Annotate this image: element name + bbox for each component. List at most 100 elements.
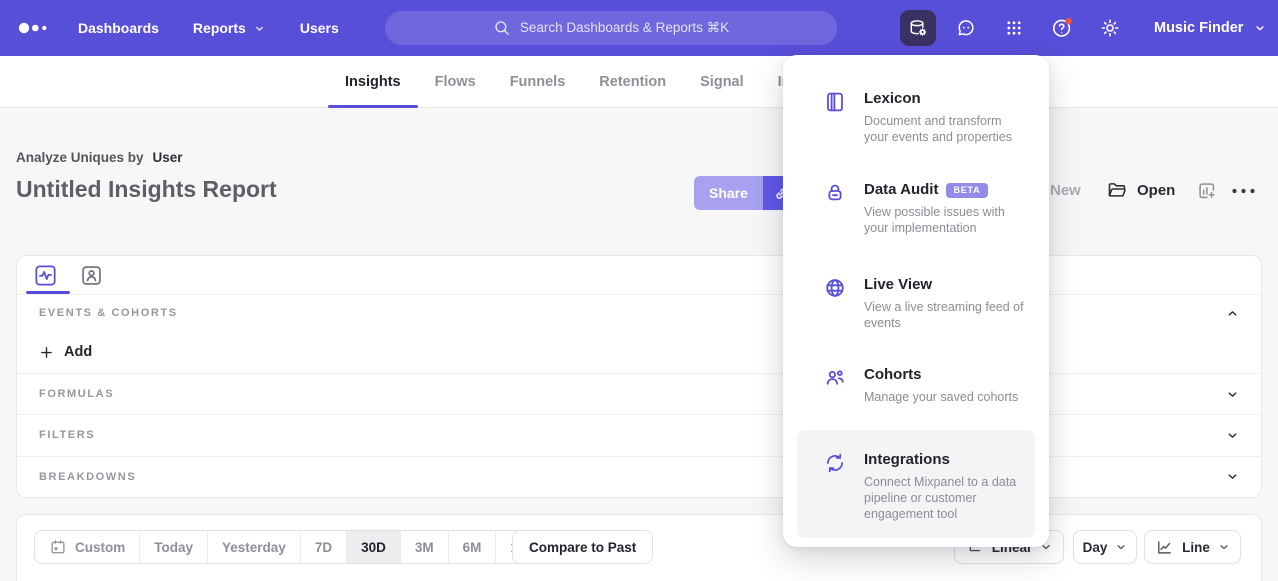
analyze-value[interactable]: User [153, 150, 183, 165]
project-name: Music Finder [1154, 20, 1243, 36]
tab-flows[interactable]: Flows [418, 56, 493, 107]
chevron-down-icon[interactable] [1226, 429, 1239, 442]
range-yesterday[interactable]: Yesterday [207, 531, 300, 563]
menu-item-title: Integrations [864, 450, 950, 470]
top-navigation-bar: Dashboards Reports Users Search Dashboar… [0, 0, 1278, 56]
feedback-icon[interactable] [948, 10, 984, 46]
chart-controls-card: Custom Today Yesterday 7D 30D 3M 6M 12M … [16, 514, 1262, 581]
menu-item-text: Integrations Connect Mixpanel to a data … [864, 450, 1025, 522]
add-to-dashboard-icon[interactable] [1196, 180, 1218, 202]
book-icon [823, 90, 847, 114]
primary-nav: Dashboards Reports Users [78, 0, 339, 56]
menu-item-title: Live View [864, 275, 932, 295]
share-button[interactable]: Share [694, 176, 763, 210]
apps-grid-icon[interactable] [996, 10, 1032, 46]
nav-reports-label: Reports [193, 20, 246, 36]
nav-dashboards[interactable]: Dashboards [78, 20, 159, 36]
menu-item-integrations[interactable]: Integrations Connect Mixpanel to a data … [797, 430, 1035, 538]
tab-funnels[interactable]: Funnels [493, 56, 583, 107]
chevron-up-icon[interactable] [1226, 307, 1239, 320]
menu-item-title: Data Audit [864, 180, 938, 200]
events-add-row: Add [17, 331, 1261, 373]
topbar-icon-group: Music Finder [900, 10, 1267, 46]
section-label: BREAKDOWNS [39, 471, 136, 483]
menu-item-description: View possible issues with your implement… [864, 204, 1025, 236]
nav-reports[interactable]: Reports [193, 20, 266, 36]
query-builder-card: EVENTS & COHORTS Add FORMULAS FILTERS BR… [16, 255, 1262, 498]
new-report-button[interactable]: New [1050, 182, 1081, 199]
range-7d[interactable]: 7D [300, 531, 346, 563]
menu-item-text: Live View View a live streaming feed of … [864, 275, 1025, 331]
line-chart-icon [1155, 538, 1174, 557]
settings-icon[interactable] [1092, 10, 1128, 46]
menu-item-title: Cohorts [864, 365, 922, 385]
interval-dropdown[interactable]: Day [1073, 530, 1137, 564]
app-screen: Dashboards Reports Users Search Dashboar… [0, 0, 1278, 581]
analyze-summary: Analyze Uniques by User [16, 150, 183, 165]
section-formulas[interactable]: FORMULAS [17, 373, 1261, 414]
chevron-down-icon [1115, 541, 1127, 553]
section-label: EVENTS & COHORTS [39, 307, 178, 319]
data-management-icon[interactable] [900, 10, 936, 46]
chart-type-dropdown[interactable]: Line [1144, 530, 1241, 564]
globe-icon [823, 276, 847, 300]
lock-icon [823, 181, 847, 205]
menu-item-data-audit[interactable]: Data Audit BETA View possible issues wit… [797, 172, 1035, 244]
data-management-menu: Lexicon Document and transform your even… [783, 55, 1049, 547]
plus-icon [39, 345, 54, 360]
search-input[interactable]: Search Dashboards & Reports ⌘K [385, 11, 837, 45]
menu-item-text: Data Audit BETA View possible issues wit… [864, 180, 1025, 236]
menu-item-cohorts[interactable]: Cohorts Manage your saved cohorts [797, 357, 1035, 413]
page-title[interactable]: Untitled Insights Report [16, 176, 277, 203]
section-filters[interactable]: FILTERS [17, 414, 1261, 455]
nav-users-label: Users [300, 20, 339, 36]
tab-signal[interactable]: Signal [683, 56, 761, 107]
menu-item-lexicon[interactable]: Lexicon Document and transform your even… [797, 81, 1035, 153]
interval-label: Day [1083, 540, 1108, 555]
chevron-down-icon[interactable] [1226, 470, 1239, 483]
analyze-label: Analyze Uniques by [16, 150, 144, 165]
nav-users[interactable]: Users [300, 20, 339, 36]
menu-item-live-view[interactable]: Live View View a live streaming feed of … [797, 267, 1035, 339]
search-placeholder: Search Dashboards & Reports ⌘K [520, 20, 729, 36]
menu-item-description: Connect Mixpanel to a data pipeline or c… [864, 474, 1025, 522]
open-report-button[interactable]: Open [1106, 179, 1175, 201]
tab-retention[interactable]: Retention [582, 56, 683, 107]
section-label: FILTERS [39, 429, 95, 441]
chevron-down-icon[interactable] [1226, 388, 1239, 401]
range-label: Custom [75, 540, 125, 555]
pulse-chart-icon [33, 263, 58, 288]
mixpanel-logo-icon[interactable] [18, 21, 52, 35]
share-label: Share [709, 185, 748, 201]
people-icon [823, 366, 847, 390]
more-options-icon[interactable] [1230, 186, 1257, 196]
range-6m[interactable]: 6M [448, 531, 496, 563]
date-range-segmented-control: Custom Today Yesterday 7D 30D 3M 6M 12M [34, 530, 552, 564]
beta-badge: BETA [946, 183, 987, 198]
chevron-down-icon [1253, 21, 1267, 35]
section-label: FORMULAS [39, 388, 114, 400]
sync-icon [823, 451, 847, 475]
menu-item-description: Manage your saved cohorts [864, 389, 1018, 405]
tab-events-mode[interactable] [32, 262, 58, 288]
section-events-cohorts[interactable]: EVENTS & COHORTS [17, 294, 1261, 331]
chevron-down-icon [1218, 541, 1230, 553]
range-today[interactable]: Today [139, 531, 207, 563]
section-breakdowns[interactable]: BREAKDOWNS [17, 456, 1261, 497]
active-tab-underline [26, 291, 70, 294]
menu-item-description: Document and transform your events and p… [864, 113, 1025, 145]
search-icon [493, 19, 511, 37]
nav-dashboards-label: Dashboards [78, 20, 159, 36]
help-icon[interactable] [1044, 10, 1080, 46]
range-3m[interactable]: 3M [400, 531, 448, 563]
range-custom[interactable]: Custom [35, 531, 139, 563]
tab-profiles-mode[interactable] [78, 262, 104, 288]
tab-insights[interactable]: Insights [328, 56, 418, 107]
notification-dot [1065, 18, 1072, 25]
range-30d[interactable]: 30D [346, 531, 400, 563]
add-label: Add [64, 344, 92, 360]
add-event-button[interactable]: Add [39, 344, 92, 360]
project-switcher[interactable]: Music Finder [1154, 20, 1267, 36]
compare-to-past-button[interactable]: Compare to Past [512, 530, 653, 564]
menu-item-text: Cohorts Manage your saved cohorts [864, 365, 1018, 405]
